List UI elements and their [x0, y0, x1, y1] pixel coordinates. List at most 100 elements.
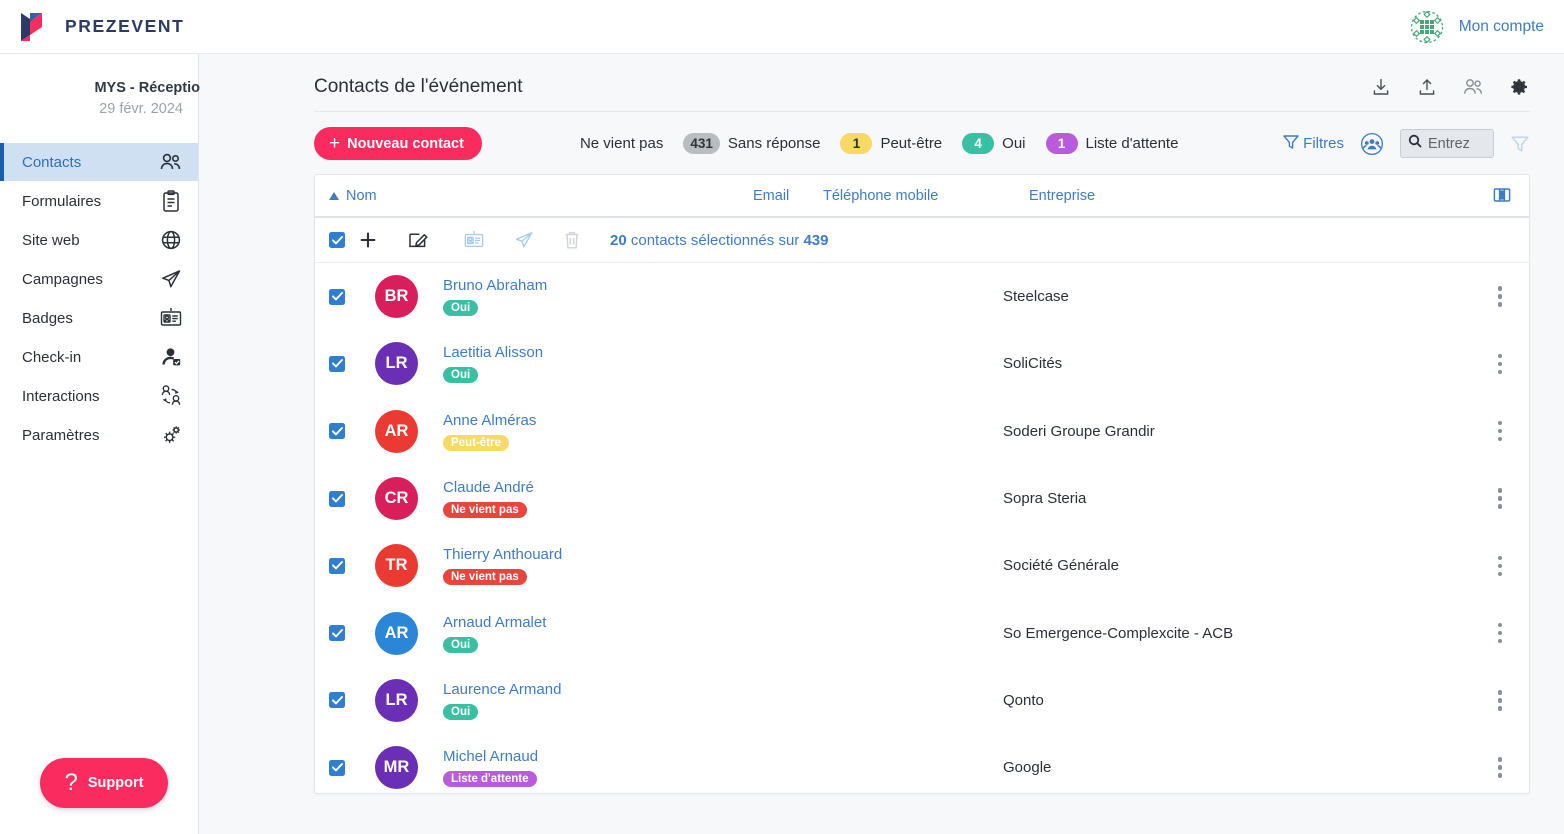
status-filter-peut-etre[interactable]: 1 Peut-être — [840, 133, 942, 154]
sidebar-item-label: Site web — [22, 231, 80, 249]
sidebar-item-parametres[interactable]: Paramètres — [0, 416, 198, 454]
row-checkbox[interactable] — [329, 759, 375, 776]
users-icon[interactable] — [1462, 76, 1484, 98]
contacts-table: Nom Email Téléphone mobile Entreprise 20… — [314, 174, 1530, 794]
table-row[interactable]: CR Claude André Ne vient pas Sopra Steri… — [315, 465, 1529, 532]
status-count-badge: 4 — [962, 133, 995, 154]
table-row[interactable]: AR Arnaud Armalet Oui So Emergence-Compl… — [315, 599, 1529, 666]
gear-icon[interactable] — [1508, 76, 1530, 98]
row-checkbox[interactable] — [329, 557, 375, 574]
table-header-row: Nom Email Téléphone mobile Entreprise — [315, 175, 1529, 218]
contact-name-link[interactable]: Anne Alméras — [443, 412, 1003, 429]
sidebar: MYS - Réceptio 29 févr. 2024 Contacts Fo… — [0, 54, 200, 834]
company-cell: Google — [1003, 759, 1052, 777]
contact-name-link[interactable]: Claude André — [443, 479, 1003, 496]
contact-name-link[interactable]: Bruno Abraham — [443, 277, 1003, 294]
row-checkbox[interactable] — [329, 625, 375, 642]
contacts-rows: BR Bruno Abraham Oui Steelcase LR Laetit… — [315, 263, 1529, 793]
column-label: Nom — [346, 187, 377, 204]
support-button[interactable]: ? Support — [40, 758, 168, 808]
contact-name-link[interactable]: Arnaud Armalet — [443, 614, 1003, 631]
row-checkbox[interactable] — [329, 692, 375, 709]
selection-summary: 20 contacts sélectionnés sur 439 — [610, 232, 828, 249]
company-cell: Sopra Steria — [1003, 490, 1087, 508]
badge-card-icon[interactable] — [463, 230, 485, 250]
status-badge: Oui — [443, 703, 479, 720]
page-header: Contacts de l'événement — [199, 54, 1564, 98]
filters-button[interactable]: Filtres — [1282, 133, 1344, 155]
status-count-badge: 1 — [1045, 133, 1078, 154]
table-row[interactable]: TR Thierry Anthouard Ne vient pas Sociét… — [315, 532, 1529, 599]
columns-layout-icon[interactable] — [1493, 187, 1511, 205]
download-icon[interactable] — [1370, 76, 1392, 98]
table-row[interactable]: BR Bruno Abraham Oui Steelcase — [315, 263, 1529, 330]
contact-name-cell: Bruno Abraham Oui — [443, 277, 1003, 317]
sidebar-item-site-web[interactable]: Site web — [0, 221, 198, 259]
funnel-icon[interactable] — [1510, 134, 1530, 154]
person-check-icon — [158, 345, 184, 369]
table-row[interactable]: AR Anne Alméras Peut-être Soderi Groupe … — [315, 398, 1529, 465]
group-circle-icon[interactable] — [1360, 132, 1384, 156]
plus-icon[interactable] — [359, 231, 377, 249]
search-placeholder: Entrez — [1428, 135, 1470, 152]
company-cell: Qonto — [1003, 691, 1044, 709]
upload-icon[interactable] — [1416, 76, 1438, 98]
column-header-entreprise[interactable]: Entreprise — [1029, 188, 1493, 204]
sidebar-item-interactions[interactable]: Interactions — [0, 377, 198, 415]
status-filter-ne-vient-pas[interactable]: Ne vient pas — [580, 135, 663, 152]
row-checkbox[interactable] — [329, 288, 375, 305]
contacts-icon — [158, 150, 184, 174]
row-menu-icon[interactable] — [1489, 286, 1511, 307]
row-checkbox[interactable] — [329, 423, 375, 440]
contact-name-link[interactable]: Laurence Armand — [443, 681, 1003, 698]
row-menu-icon[interactable] — [1489, 757, 1511, 778]
status-filter-liste-attente[interactable]: 1 Liste d'attente — [1045, 133, 1178, 154]
contact-name-cell: Arnaud Armalet Oui — [443, 614, 1003, 653]
gear-icon — [158, 423, 184, 447]
search-input[interactable]: Entrez — [1400, 129, 1494, 158]
sidebar-item-campagnes[interactable]: Campagnes — [0, 260, 198, 298]
contact-name-link[interactable]: Michel Arnaud — [443, 748, 1003, 765]
row-menu-icon[interactable] — [1489, 353, 1511, 375]
status-label: Oui — [1002, 135, 1026, 152]
row-checkbox[interactable] — [329, 490, 375, 507]
column-header-nom[interactable]: Nom — [329, 188, 753, 204]
avatar: AR — [375, 409, 418, 453]
status-filter-oui[interactable]: 4 Oui — [962, 133, 1026, 154]
sidebar-item-badges[interactable]: Badges — [0, 299, 198, 337]
avatar: MR — [375, 746, 418, 790]
row-checkbox[interactable] — [329, 355, 375, 372]
table-row[interactable]: LR Laurence Armand Oui Qonto — [315, 667, 1529, 734]
table-row[interactable]: LR Laetitia Alisson Oui SoliCités — [315, 330, 1529, 397]
column-header-telephone[interactable]: Téléphone mobile — [823, 188, 1029, 204]
sidebar-item-check-in[interactable]: Check-in — [0, 338, 198, 376]
column-header-email[interactable]: Email — [753, 188, 823, 204]
row-menu-icon[interactable] — [1489, 555, 1511, 577]
account-menu[interactable]: Mon compte — [1407, 7, 1544, 47]
table-row[interactable]: MR Michel Arnaud Liste d'attente Google — [315, 734, 1529, 793]
main-content: Contacts de l'événement + Nouveau contac… — [199, 54, 1564, 834]
filters-label: Filtres — [1303, 135, 1344, 152]
row-menu-icon[interactable] — [1489, 622, 1511, 644]
sidebar-item-label: Badges — [22, 309, 73, 327]
status-filter-sans-reponse[interactable]: 431 Sans réponse — [683, 133, 820, 154]
contact-name-link[interactable]: Laetitia Alisson — [443, 344, 1003, 361]
select-all-checkbox[interactable] — [329, 232, 345, 248]
row-menu-icon[interactable] — [1489, 690, 1511, 711]
row-menu-icon[interactable] — [1489, 420, 1511, 442]
trash-icon[interactable] — [563, 230, 581, 250]
contact-name-link[interactable]: Thierry Anthouard — [443, 546, 1003, 563]
row-menu-icon[interactable] — [1489, 488, 1511, 509]
paper-plane-icon[interactable] — [513, 230, 535, 250]
sidebar-item-formulaires[interactable]: Formulaires — [0, 182, 198, 220]
contact-name-cell: Thierry Anthouard Ne vient pas — [443, 546, 1003, 586]
edit-pencil-icon[interactable] — [407, 230, 429, 250]
event-date: 29 févr. 2024 — [99, 101, 183, 117]
company-cell: Soderi Groupe Grandir — [1003, 422, 1155, 440]
sidebar-item-contacts[interactable]: Contacts — [0, 143, 198, 181]
brand[interactable]: PREZEVENT — [18, 11, 184, 43]
new-contact-button[interactable]: + Nouveau contact — [314, 127, 482, 160]
company-cell: Steelcase — [1003, 288, 1069, 306]
plus-icon: + — [329, 133, 341, 154]
globe-icon — [158, 228, 184, 252]
